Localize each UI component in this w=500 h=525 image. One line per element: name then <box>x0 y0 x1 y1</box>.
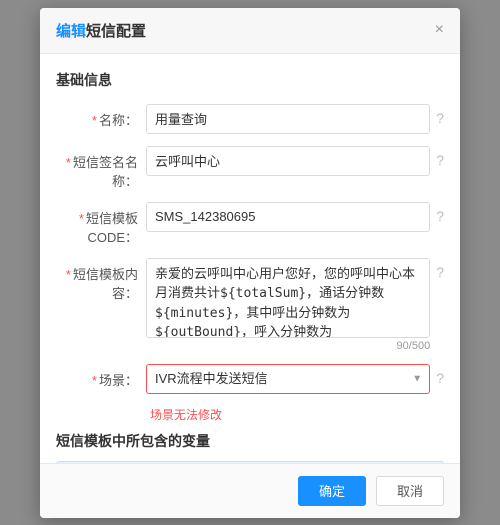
template-content-label: *短信模板内容： <box>56 258 146 302</box>
template-code-content: ? <box>146 202 444 232</box>
scene-label: *场景： <box>56 364 146 389</box>
name-label: *名称： <box>56 104 146 129</box>
scene-help-icon: ? <box>436 370 444 386</box>
name-help-icon: ? <box>436 110 444 126</box>
scene-select-wrapper: IVR流程中发送短信 ▼ <box>146 364 430 394</box>
form-item-template-code: *短信模板CODE： ? <box>56 202 444 246</box>
name-content: ? <box>146 104 444 134</box>
modal-title: 编辑短信配置 <box>56 20 146 41</box>
template-code-help-icon: ? <box>436 208 444 224</box>
signature-label: *短信签名名称： <box>56 146 146 190</box>
modal-dialog: 编辑短信配置 × 基础信息 *名称： ? *短信签名名称： <box>40 8 460 518</box>
close-button[interactable]: × <box>435 22 444 38</box>
char-count: 90/500 <box>146 340 430 352</box>
template-content-wrapper: 90/500 ? <box>146 258 444 352</box>
form-item-scene: *场景： IVR流程中发送短信 ▼ ? <box>56 364 444 394</box>
form-item-template-content: *短信模板内容： 90/500 ? <box>56 258 444 352</box>
modal-footer: 确定 取消 <box>40 463 460 518</box>
form-item-name: *名称： ? <box>56 104 444 134</box>
required-marker: * <box>79 211 84 226</box>
scene-content: IVR流程中发送短信 ▼ ? <box>146 364 444 394</box>
title-main-part: 短信配置 <box>86 23 146 40</box>
basic-info-title: 基础信息 <box>56 70 444 90</box>
template-content-help-icon: ? <box>436 264 444 280</box>
form-item-signature: *短信签名名称： ? <box>56 146 444 190</box>
required-marker: * <box>66 155 71 170</box>
template-code-input[interactable] <box>146 202 430 232</box>
modal-backdrop: 编辑短信配置 × 基础信息 *名称： ? *短信签名名称： <box>0 0 500 525</box>
template-content-textarea[interactable] <box>146 258 430 338</box>
confirm-button[interactable]: 确定 <box>298 476 366 506</box>
modal-body: 基础信息 *名称： ? *短信签名名称： ? <box>40 54 460 463</box>
required-marker: * <box>92 373 97 388</box>
required-marker: * <box>66 267 71 282</box>
signature-input[interactable] <box>146 146 430 176</box>
title-edit-part: 编辑 <box>56 23 86 40</box>
variables-title: 短信模板中所包含的变量 <box>56 431 444 451</box>
modal-header: 编辑短信配置 × <box>40 8 460 54</box>
variables-section: 短信模板中所包含的变量 ℹ 您输入短信模板内容后，系统会自动抽取内容中的变量，以… <box>56 431 444 463</box>
required-marker: * <box>92 113 97 128</box>
scene-error-message: 场景无法修改 <box>150 406 222 423</box>
textarea-container: 90/500 <box>146 258 430 352</box>
signature-content: ? <box>146 146 444 176</box>
scene-select[interactable]: IVR流程中发送短信 <box>146 364 430 394</box>
signature-help-icon: ? <box>436 152 444 168</box>
cancel-button[interactable]: 取消 <box>376 476 444 506</box>
scene-error-row: 场景无法修改 <box>146 400 444 423</box>
template-code-label: *短信模板CODE： <box>56 202 146 246</box>
name-input[interactable] <box>146 104 430 134</box>
